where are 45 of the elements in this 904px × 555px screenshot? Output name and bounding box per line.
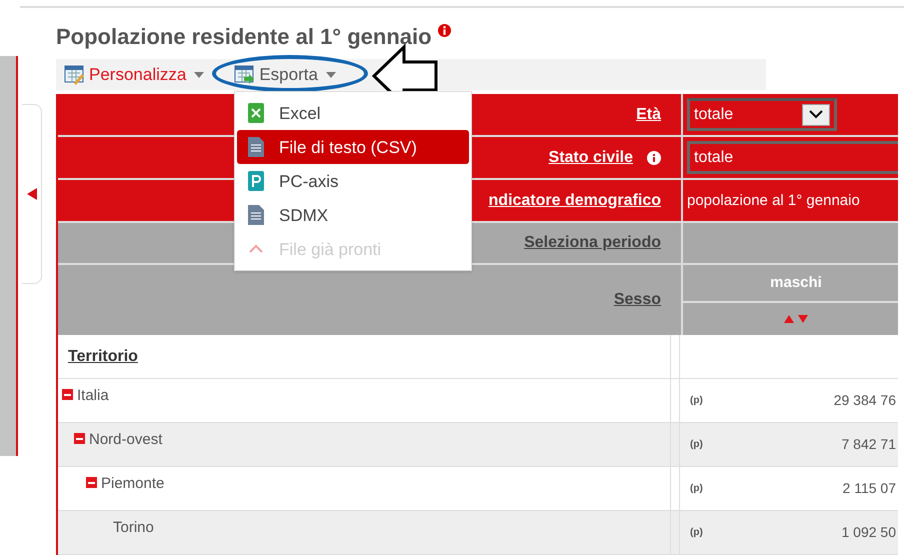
menu-item[interactable]: File di testo (CSV): [237, 130, 469, 164]
provisional-label: (p): [690, 394, 703, 408]
data-value: 29 384 76: [834, 391, 896, 410]
table-edit-icon: [64, 64, 86, 86]
territory-name: Piemonte: [101, 474, 164, 494]
select-field[interactable]: totale: [687, 98, 837, 132]
data-value: 1 092 50: [842, 523, 896, 542]
caret-icon: [326, 72, 336, 78]
sidebar-toggle[interactable]: [22, 104, 42, 284]
document-icon: [247, 137, 265, 158]
collapse-icon[interactable]: [86, 477, 97, 488]
period-link[interactable]: Seleziona periodo: [524, 231, 661, 256]
collapse-icon[interactable]: [62, 389, 73, 400]
page-title: Popolazione residente al 1° gennaio: [56, 24, 432, 50]
provisional-label: (p): [690, 526, 703, 540]
filter-value: popolazione al 1° gennaio: [687, 190, 860, 211]
territory-name: Torino: [113, 518, 154, 538]
sex-link[interactable]: Sesso: [614, 288, 661, 312]
menu-item[interactable]: Excel: [237, 96, 469, 130]
collapse-arrow-icon: [26, 188, 36, 200]
menu-item[interactable]: SDMX: [237, 198, 469, 232]
territory-name: Nord-ovest: [89, 430, 162, 450]
document-icon: [247, 205, 265, 226]
spreadsheet-icon: [247, 103, 265, 124]
data-value: 2 115 07: [842, 479, 896, 498]
collapse-icon[interactable]: [74, 433, 85, 444]
info-icon[interactable]: [438, 24, 451, 37]
table-export-icon: [234, 64, 256, 86]
column-header: maschi: [683, 265, 898, 302]
provisional-label: (p): [690, 438, 703, 452]
caret-icon: [194, 72, 204, 78]
menu-item[interactable]: PC-axis: [237, 164, 469, 198]
filter-link[interactable]: Stato civile: [548, 146, 633, 170]
filter-link[interactable]: ndicatore demografico: [488, 188, 661, 213]
data-value: 7 842 71: [842, 435, 896, 454]
filter-link[interactable]: Età: [636, 102, 661, 127]
customize-button[interactable]: Personalizza: [64, 64, 186, 86]
input-field[interactable]: totale: [687, 141, 898, 174]
p-file-icon: [247, 171, 265, 192]
export-button[interactable]: Esporta: [234, 64, 318, 86]
provisional-label: (p): [690, 482, 703, 496]
territory-name: Italia: [77, 386, 109, 406]
column-header[interactable]: Territorio: [58, 335, 138, 370]
chevron-down-icon: [809, 110, 823, 120]
info-icon[interactable]: [647, 150, 661, 165]
